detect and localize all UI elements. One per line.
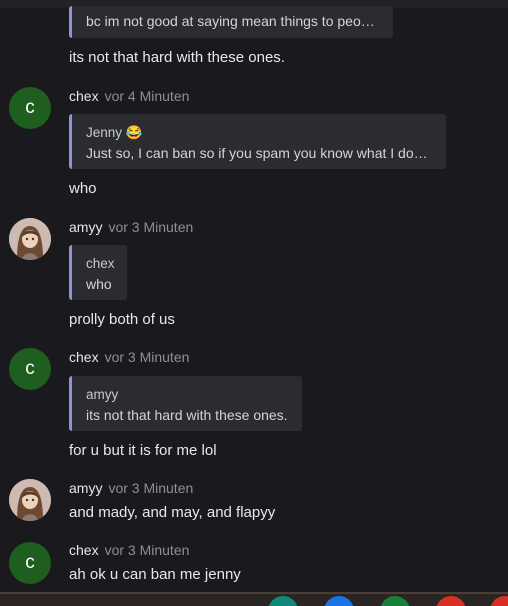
- message-text: for u but it is for me lol: [69, 442, 217, 459]
- author-name[interactable]: chex: [69, 349, 99, 365]
- message-header: chex vor 3 Minuten: [69, 542, 189, 558]
- message-header: amyy vor 3 Minuten: [69, 219, 193, 235]
- timestamp: vor 3 Minuten: [108, 480, 194, 496]
- avatar[interactable]: [9, 479, 51, 521]
- message-text: ah ok u can ban me jenny: [69, 566, 241, 583]
- reply-quote[interactable]: Jenny 😂 Just so, I can ban so if you spa…: [69, 114, 446, 169]
- profile-picture-icon: [9, 479, 51, 521]
- profile-picture-icon: [9, 218, 51, 260]
- timestamp: vor 3 Minuten: [108, 219, 194, 235]
- reply-quote-author: chex: [86, 256, 115, 271]
- reply-quote-text: who: [86, 276, 112, 292]
- reply-quote[interactable]: amyy its not that hard with these ones.: [69, 376, 302, 431]
- message-text: who: [69, 180, 97, 197]
- author-name[interactable]: amyy: [69, 480, 102, 496]
- chat-log: bc im not good at saying mean things to …: [0, 0, 508, 592]
- message-header: chex vor 4 Minuten: [69, 88, 189, 104]
- timestamp: vor 3 Minuten: [104, 349, 190, 365]
- app-icon[interactable]: [490, 596, 508, 606]
- avatar-letter: c: [25, 97, 35, 118]
- message-header: chex vor 3 Minuten: [69, 349, 189, 365]
- meet-icon[interactable]: [268, 596, 298, 606]
- avatar[interactable]: c: [9, 348, 51, 390]
- reply-quote-text: bc im not good at saying mean things to …: [86, 13, 379, 29]
- avatar-letter: c: [25, 358, 35, 379]
- avatar-letter: c: [25, 552, 35, 573]
- author-name[interactable]: chex: [69, 542, 99, 558]
- reply-quote-text: its not that hard with these ones.: [86, 407, 288, 423]
- author-name[interactable]: chex: [69, 88, 99, 104]
- message-text: and mady, and may, and flapyy: [69, 504, 276, 521]
- chrome-icon[interactable]: [436, 596, 466, 606]
- taskbar: [0, 592, 508, 606]
- message-header: amyy vor 3 Minuten: [69, 480, 193, 496]
- reply-quote[interactable]: chex who: [69, 245, 127, 300]
- reply-quote[interactable]: bc im not good at saying mean things to …: [69, 6, 393, 38]
- message-text: prolly both of us: [69, 311, 175, 328]
- docs-icon[interactable]: [324, 596, 354, 606]
- message-text: its not that hard with these ones.: [69, 49, 285, 66]
- reply-quote-author: Jenny 😂: [86, 125, 143, 140]
- avatar[interactable]: [9, 218, 51, 260]
- author-name[interactable]: amyy: [69, 219, 102, 235]
- reply-quote-author: amyy: [86, 387, 119, 402]
- avatar[interactable]: c: [9, 542, 51, 584]
- avatar[interactable]: c: [9, 87, 51, 129]
- timestamp: vor 4 Minuten: [104, 88, 190, 104]
- sheets-icon[interactable]: [380, 596, 410, 606]
- reply-quote-text: Just so, I can ban so if you spam you kn…: [86, 145, 428, 161]
- timestamp: vor 3 Minuten: [104, 542, 190, 558]
